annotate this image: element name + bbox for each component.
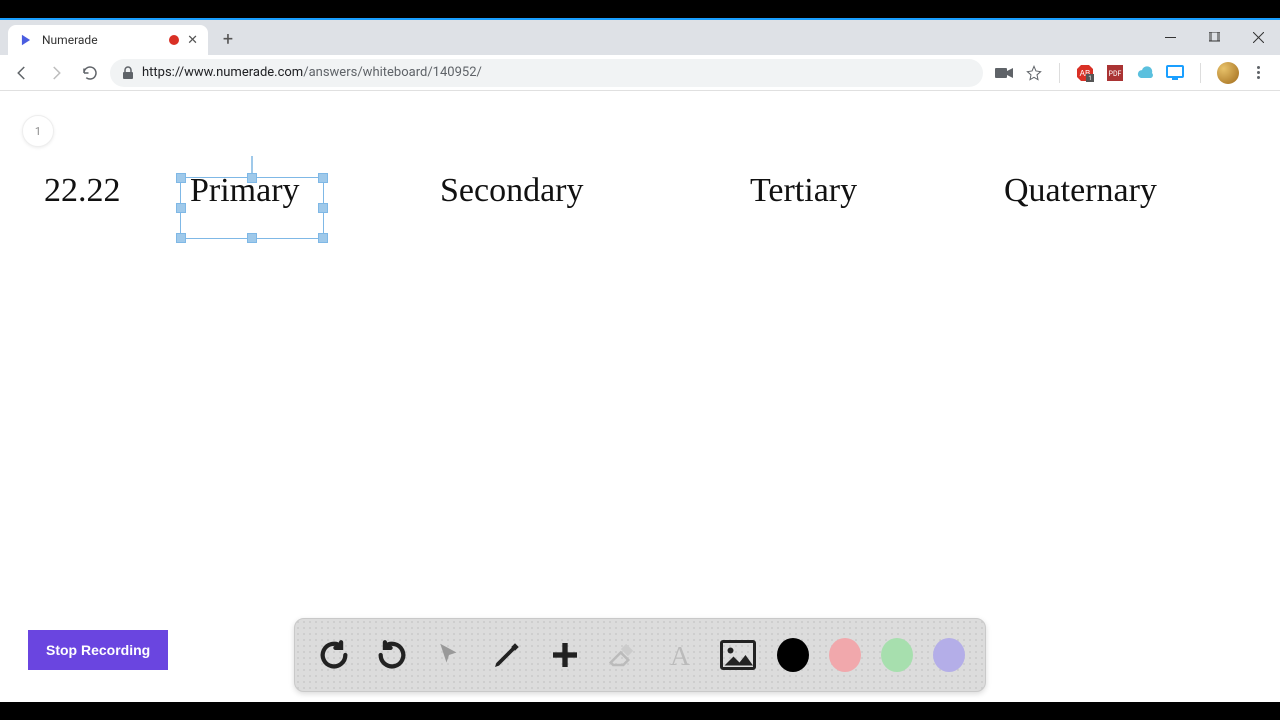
tab-close-icon[interactable]: ✕ xyxy=(187,33,198,48)
resize-handle[interactable] xyxy=(318,203,328,213)
browser-menu-button[interactable] xyxy=(1251,66,1266,79)
profile-avatar[interactable] xyxy=(1217,62,1239,84)
new-tab-button[interactable]: + xyxy=(214,25,242,53)
window-minimize-button[interactable] xyxy=(1148,23,1192,53)
resize-handle[interactable] xyxy=(176,203,186,213)
text-quaternary[interactable]: Quaternary xyxy=(1004,172,1157,210)
text-primary[interactable]: Primary xyxy=(190,172,300,210)
forward-button[interactable] xyxy=(42,59,70,87)
url-text: https://www.numerade.com/answers/whitebo… xyxy=(142,65,482,80)
extension-icons: AB1 PDF xyxy=(989,62,1272,84)
text-secondary[interactable]: Secondary xyxy=(440,172,584,210)
tab-strip: Numerade ✕ + xyxy=(0,20,1280,55)
toolbar-divider-2 xyxy=(1200,63,1201,83)
text-tool[interactable]: A xyxy=(661,635,699,675)
image-tool[interactable] xyxy=(719,635,757,675)
window-close-button[interactable] xyxy=(1236,23,1280,53)
redo-button[interactable] xyxy=(373,635,411,675)
color-swatch-pink[interactable] xyxy=(829,638,861,672)
extension-adblock-icon[interactable]: AB1 xyxy=(1076,64,1094,82)
lock-icon xyxy=(122,66,134,80)
resize-handle[interactable] xyxy=(318,233,328,243)
color-swatch-green[interactable] xyxy=(881,638,913,672)
address-bar[interactable]: https://www.numerade.com/answers/whitebo… xyxy=(110,59,983,87)
browser-tab[interactable]: Numerade ✕ xyxy=(8,25,208,55)
slide-number-badge[interactable]: 1 xyxy=(22,115,54,147)
stop-recording-button[interactable]: Stop Recording xyxy=(28,630,168,670)
color-swatch-purple[interactable] xyxy=(933,638,965,672)
window-controls xyxy=(1148,20,1280,55)
question-number: 22.22 xyxy=(44,172,121,210)
recording-indicator-icon xyxy=(169,35,179,45)
svg-text:PDF: PDF xyxy=(1109,70,1122,78)
color-swatch-black[interactable] xyxy=(777,638,809,672)
resize-handle[interactable] xyxy=(176,233,186,243)
extension-cloud-icon[interactable] xyxy=(1136,64,1154,82)
tab-title: Numerade xyxy=(42,33,161,47)
window-maximize-button[interactable] xyxy=(1192,23,1236,53)
eraser-tool[interactable] xyxy=(604,635,642,675)
camera-icon[interactable] xyxy=(995,64,1013,82)
svg-text:1: 1 xyxy=(1088,75,1091,82)
back-button[interactable] xyxy=(8,59,36,87)
undo-button[interactable] xyxy=(315,635,353,675)
page-content: 1 22.22 Primary Secondary Tertiary Quate… xyxy=(0,91,1280,702)
toolbar-divider xyxy=(1059,63,1060,83)
text-tertiary[interactable]: Tertiary xyxy=(750,172,857,210)
pointer-tool[interactable] xyxy=(430,635,468,675)
whiteboard-toolbar: A xyxy=(294,618,986,692)
pencil-tool[interactable] xyxy=(488,635,526,675)
reload-button[interactable] xyxy=(76,59,104,87)
star-icon[interactable] xyxy=(1025,64,1043,82)
extension-monitor-icon[interactable] xyxy=(1166,64,1184,82)
resize-handle[interactable] xyxy=(176,173,186,183)
extension-pdf-icon[interactable]: PDF xyxy=(1106,64,1124,82)
resize-handle[interactable] xyxy=(247,233,257,243)
tab-favicon xyxy=(18,32,34,48)
browser-toolbar: https://www.numerade.com/answers/whitebo… xyxy=(0,55,1280,91)
resize-handle[interactable] xyxy=(318,173,328,183)
add-tool[interactable] xyxy=(546,635,584,675)
svg-text:A: A xyxy=(670,640,690,671)
